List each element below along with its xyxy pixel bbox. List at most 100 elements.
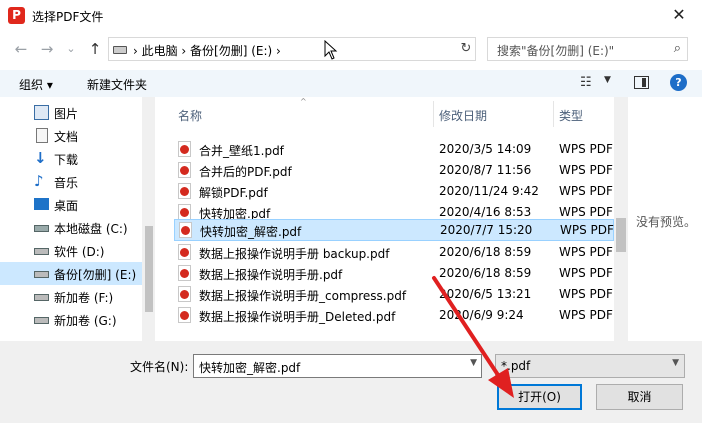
drive-icon bbox=[113, 46, 127, 54]
chevron-down-icon[interactable]: ▼ bbox=[672, 358, 679, 368]
file-row[interactable]: 数据上报操作说明手册_compress.pdf 2020/6/5 13:21 W… bbox=[174, 284, 614, 305]
sidebar-item-drive-g[interactable]: 新加卷 (G:) bbox=[0, 308, 142, 331]
search-box[interactable]: 搜索"备份[勿删] (E:)" ⌕ bbox=[487, 37, 688, 61]
drive-icon bbox=[34, 294, 49, 301]
up-arrow-icon[interactable]: ↑ bbox=[84, 38, 106, 60]
pdf-file-icon bbox=[178, 162, 191, 178]
pdf-file-icon bbox=[178, 286, 191, 302]
file-date: 2020/11/24 9:42 bbox=[439, 184, 539, 198]
file-date: 2020/8/7 11:56 bbox=[439, 163, 532, 177]
desktop-icon bbox=[34, 198, 49, 210]
pdf-file-icon bbox=[178, 244, 191, 260]
sidebar-item-label: 备份[勿删] (E:) bbox=[54, 268, 137, 282]
sidebar-item-music[interactable]: ♪ 音乐 bbox=[0, 170, 142, 193]
music-icon: ♪ bbox=[34, 172, 44, 190]
navigation-scroll-thumb[interactable] bbox=[145, 226, 153, 312]
new-folder-button[interactable]: 新建文件夹 bbox=[87, 76, 147, 93]
file-date: 2020/6/18 8:59 bbox=[439, 266, 532, 280]
file-list-scroll-thumb[interactable] bbox=[616, 218, 626, 252]
file-name: 解锁PDF.pdf bbox=[199, 186, 268, 200]
sidebar-item-desktop[interactable]: 桌面 bbox=[0, 193, 142, 216]
column-divider[interactable] bbox=[433, 101, 434, 127]
sidebar-item-drive-c[interactable]: 本地磁盘 (C:) bbox=[0, 216, 142, 239]
sidebar-item-label: 文档 bbox=[54, 130, 79, 144]
file-date: 2020/6/18 8:59 bbox=[439, 245, 532, 259]
sidebar-item-label: 新加卷 (G:) bbox=[54, 314, 117, 328]
sidebar-item-documents[interactable]: 文档 bbox=[0, 124, 142, 147]
file-name: 合并后的PDF.pdf bbox=[199, 165, 292, 179]
sidebar-item-downloads[interactable]: ↓ 下载 bbox=[0, 147, 142, 170]
recent-locations-icon[interactable]: ⌄ bbox=[60, 38, 82, 60]
address-path[interactable]: › 此电脑 › 备份[勿删] (E:) › bbox=[133, 42, 281, 59]
sidebar-item-label: 音乐 bbox=[54, 176, 79, 190]
sidebar-item-label: 图片 bbox=[54, 107, 79, 121]
drive-icon bbox=[34, 248, 49, 255]
file-list: ^ 名称 修改日期 类型 合并_壁纸1.pdf 2020/3/5 14:09 W… bbox=[174, 97, 614, 341]
preview-pane-icon[interactable] bbox=[634, 76, 649, 89]
drive-icon bbox=[34, 225, 49, 232]
sidebar-item-label: 下载 bbox=[54, 153, 79, 167]
column-divider[interactable] bbox=[553, 101, 554, 127]
sidebar-item-pictures[interactable]: 图片 bbox=[0, 101, 142, 124]
dialog-footer: 文件名(N): 快转加密_解密.pdf ▼ *.pdf ▼ 打开(O) 取消 bbox=[0, 341, 702, 423]
chevron-down-icon[interactable]: ▼ bbox=[470, 358, 477, 368]
filename-label: 文件名(N): bbox=[130, 360, 189, 374]
file-type: WPS PDF bbox=[559, 205, 613, 219]
sidebar-item-label: 本地磁盘 (C:) bbox=[54, 222, 128, 236]
file-name: 数据上报操作说明手册 backup.pdf bbox=[199, 247, 390, 261]
filetype-select[interactable]: *.pdf ▼ bbox=[495, 354, 685, 378]
navigation-pane: 图片 文档 ↓ 下载 ♪ 音乐 桌面 本地磁盘 (C:) 软件 (D:) 备份[… bbox=[0, 97, 155, 341]
close-button[interactable]: ✕ bbox=[656, 0, 702, 31]
cancel-button[interactable]: 取消 bbox=[596, 384, 683, 410]
mouse-cursor-icon bbox=[324, 40, 338, 60]
file-name: 数据上报操作说明手册.pdf bbox=[199, 268, 343, 282]
window-title: 选择PDF文件 bbox=[32, 10, 104, 24]
sidebar-item-drive-e[interactable]: 备份[勿删] (E:) bbox=[0, 262, 142, 285]
file-row[interactable]: 解锁PDF.pdf 2020/11/24 9:42 WPS PDF bbox=[174, 181, 614, 202]
sidebar-item-drive-f[interactable]: 新加卷 (F:) bbox=[0, 285, 142, 308]
file-date: 2020/7/7 15:20 bbox=[440, 223, 533, 237]
file-type: WPS PDF bbox=[559, 142, 613, 156]
file-type: WPS PDF bbox=[559, 163, 613, 177]
address-bar[interactable]: › 此电脑 › 备份[勿删] (E:) › bbox=[108, 37, 476, 61]
pictures-icon bbox=[34, 105, 49, 120]
column-header-date[interactable]: 修改日期 bbox=[439, 107, 487, 124]
file-name: 合并_壁纸1.pdf bbox=[199, 144, 284, 158]
view-options-icon[interactable]: ☷ bbox=[580, 75, 592, 90]
sidebar-item-drive-d[interactable]: 软件 (D:) bbox=[0, 239, 142, 262]
sidebar-item-label: 桌面 bbox=[54, 199, 79, 213]
file-row[interactable]: 数据上报操作说明手册.pdf 2020/6/18 8:59 WPS PDF bbox=[174, 263, 614, 284]
app-logo-icon: P bbox=[8, 7, 25, 24]
downloads-icon: ↓ bbox=[34, 149, 47, 167]
refresh-icon[interactable]: ↻ bbox=[456, 38, 476, 60]
help-icon[interactable]: ? bbox=[670, 74, 687, 91]
file-row-selected[interactable]: 快转加密_解密.pdf 2020/7/7 15:20 WPS PDF bbox=[174, 219, 614, 241]
sidebar-item-label: 新加卷 (F:) bbox=[54, 291, 114, 305]
file-row[interactable]: 合并后的PDF.pdf 2020/8/7 11:56 WPS PDF bbox=[174, 160, 614, 181]
back-arrow-icon[interactable]: ← bbox=[10, 38, 32, 60]
drive-icon bbox=[34, 317, 49, 324]
command-bar: 组织 ▾ 新建文件夹 ☷ ▼ ? bbox=[0, 70, 702, 97]
file-type: WPS PDF bbox=[559, 184, 613, 198]
file-row[interactable]: 合并_壁纸1.pdf 2020/3/5 14:09 WPS PDF bbox=[174, 139, 614, 160]
open-button[interactable]: 打开(O) bbox=[497, 384, 582, 410]
file-row[interactable]: 数据上报操作说明手册_Deleted.pdf 2020/6/9 9:24 WPS… bbox=[174, 305, 614, 326]
forward-arrow-icon[interactable]: → bbox=[36, 38, 58, 60]
column-header-type[interactable]: 类型 bbox=[559, 107, 583, 124]
filename-value[interactable]: 快转加密_解密.pdf bbox=[199, 359, 300, 376]
file-type: WPS PDF bbox=[559, 266, 613, 280]
pdf-file-icon bbox=[178, 265, 191, 281]
file-row[interactable]: 数据上报操作说明手册 backup.pdf 2020/6/18 8:59 WPS… bbox=[174, 242, 614, 263]
view-dropdown-icon[interactable]: ▼ bbox=[604, 75, 611, 85]
search-icon[interactable]: ⌕ bbox=[674, 41, 681, 56]
column-header-name[interactable]: 名称 bbox=[178, 107, 202, 124]
file-type: WPS PDF bbox=[559, 245, 613, 259]
search-input[interactable]: 搜索"备份[勿删] (E:)" bbox=[497, 42, 614, 59]
no-preview-text: 没有预览。 bbox=[636, 215, 697, 229]
organize-menu[interactable]: 组织 ▾ bbox=[19, 76, 53, 93]
file-type: WPS PDF bbox=[560, 223, 614, 237]
filename-field[interactable]: 快转加密_解密.pdf ▼ bbox=[193, 354, 482, 378]
pdf-file-icon bbox=[178, 183, 191, 199]
file-date: 2020/3/5 14:09 bbox=[439, 142, 532, 156]
file-date: 2020/6/9 9:24 bbox=[439, 308, 524, 322]
